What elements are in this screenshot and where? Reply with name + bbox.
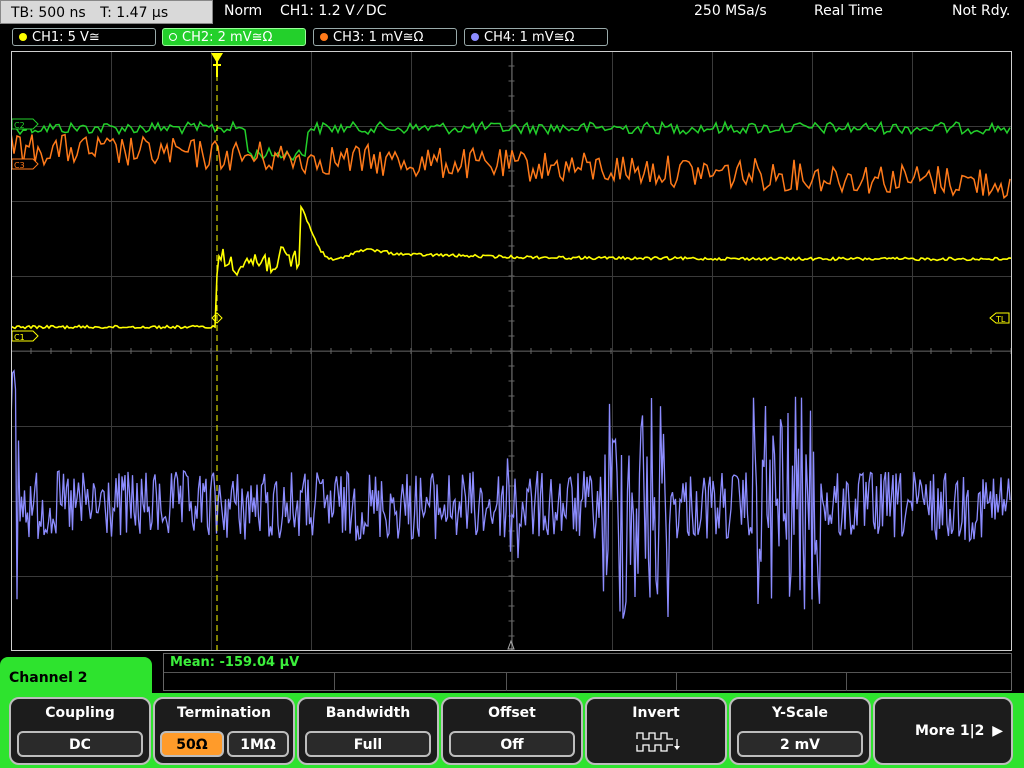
termination-title: Termination	[177, 705, 271, 721]
measurement-divider	[164, 672, 1011, 673]
termination-1mohm[interactable]: 1MΩ	[227, 731, 289, 757]
invert-waveform-icon	[636, 732, 680, 752]
bandwidth-title: Bandwidth	[325, 705, 411, 721]
more-softkey[interactable]: More 1|2 ▶	[873, 697, 1013, 765]
offset-softkey[interactable]: Offset Off	[441, 697, 583, 765]
channel-tab-ch3[interactable]: CH3: 1 mV≅Ω	[313, 28, 457, 46]
menu-title-tab: Channel 2	[0, 657, 152, 699]
ch2-marker-label: C2	[14, 121, 25, 130]
acquisition-mode: Real Time	[814, 3, 883, 19]
channel-tab-ch4[interactable]: CH4: 1 mV≅Ω	[464, 28, 608, 46]
termination-softkey[interactable]: Termination 50Ω 1MΩ	[153, 697, 295, 765]
more-label: More 1|2	[915, 723, 985, 739]
channel-tab-ch1[interactable]: CH1: 5 V≅	[12, 28, 156, 46]
waveform-display[interactable]: C2 C3 C1 TL	[11, 51, 1012, 651]
yscale-title: Y-Scale	[771, 705, 828, 721]
yscale-softkey[interactable]: Y-Scale 2 mV	[729, 697, 871, 765]
offset-title: Offset	[488, 705, 536, 721]
trigger-level-label: TL	[995, 315, 1006, 324]
ch4-dot-icon	[471, 33, 479, 41]
measurement-cell	[676, 673, 677, 691]
ch4-waveform	[11, 369, 1011, 619]
bandwidth-value[interactable]: Full	[305, 731, 431, 757]
ch1-dot-icon	[19, 33, 27, 41]
status-bar: TB: 500 ns T: 1.47 µs Norm CH1: 1.2 V ⁄ …	[0, 0, 1024, 26]
ch3-dot-icon	[320, 33, 328, 41]
trigger-info[interactable]: CH1: 1.2 V ⁄ DC	[280, 3, 386, 19]
timebase-value: TB: 500 ns	[11, 5, 86, 21]
trigger-status: Not Rdy.	[952, 3, 1011, 19]
offset-value[interactable]: Off	[449, 731, 575, 757]
yscale-value[interactable]: 2 mV	[737, 731, 863, 757]
ch3-label: CH3: 1 mV≅Ω	[333, 30, 424, 45]
chevron-right-icon: ▶	[992, 723, 1003, 739]
measurement-cell	[846, 673, 847, 691]
trigger-mode[interactable]: Norm	[224, 3, 262, 19]
measurement-panel: Mean: -159.04 µV	[163, 653, 1012, 691]
measurement-cell	[334, 673, 335, 691]
ch1-offset-marker[interactable]: C1	[11, 330, 39, 342]
invert-title: Invert	[632, 705, 680, 721]
termination-50ohm[interactable]: 50Ω	[160, 731, 224, 757]
timebase-box[interactable]: TB: 500 ns T: 1.47 µs	[0, 0, 213, 24]
trigger-position-marker[interactable]	[211, 53, 223, 77]
sample-rate: 250 MSa/s	[694, 3, 767, 19]
bandwidth-softkey[interactable]: Bandwidth Full	[297, 697, 439, 765]
ch2-dot-icon	[169, 33, 177, 41]
ch2-label: CH2: 2 mV≅Ω	[182, 30, 273, 45]
invert-softkey[interactable]: Invert	[585, 697, 727, 765]
coupling-title: Coupling	[45, 705, 115, 721]
ch1-label: CH1: 5 V≅	[32, 30, 100, 45]
coupling-value[interactable]: DC	[17, 731, 143, 757]
trigger-time-value: T: 1.47 µs	[100, 5, 169, 21]
ch2-offset-marker[interactable]: C2	[11, 118, 39, 130]
channel-tab-ch2[interactable]: CH2: 2 mV≅Ω	[162, 28, 306, 46]
measurement-cell	[506, 673, 507, 691]
graticule-center-axes	[11, 51, 1012, 651]
coupling-softkey[interactable]: Coupling DC	[9, 697, 151, 765]
measurement-mean[interactable]: Mean: -159.04 µV	[170, 655, 299, 670]
ch1-marker-label: C1	[14, 333, 25, 342]
ch3-offset-marker[interactable]: C3	[11, 158, 39, 170]
ch4-label: CH4: 1 mV≅Ω	[484, 30, 575, 45]
ch3-waveform	[11, 132, 1011, 200]
ch3-marker-label: C3	[14, 161, 25, 170]
trigger-level-marker[interactable]: TL	[989, 312, 1010, 324]
